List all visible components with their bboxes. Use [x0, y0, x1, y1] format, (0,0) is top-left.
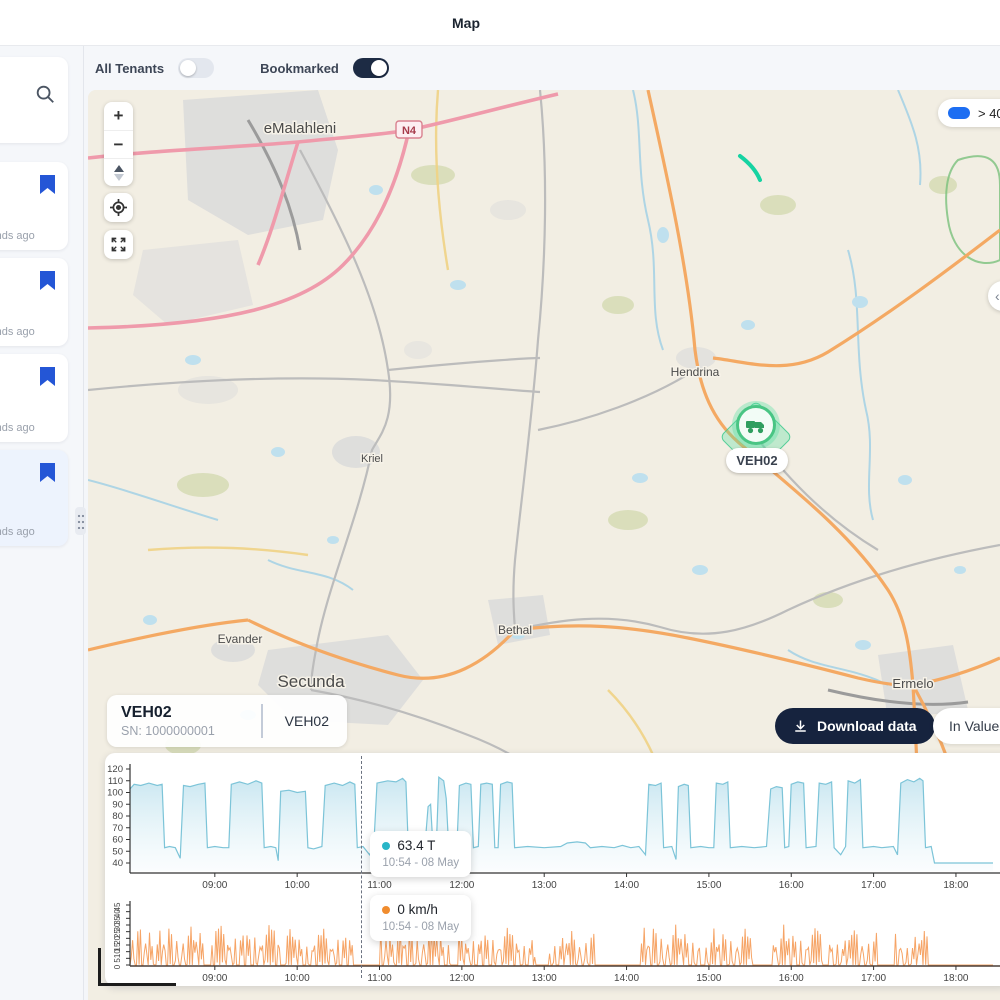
svg-text:80: 80 — [112, 811, 123, 822]
svg-text:Ermelo: Ermelo — [892, 676, 933, 691]
app-header: Map — [0, 0, 1000, 46]
load-timestamp: 10:54 - 08 May — [382, 857, 459, 869]
svg-text:N4: N4 — [402, 125, 417, 137]
svg-text:90: 90 — [112, 799, 123, 810]
truck-icon — [744, 413, 768, 437]
chart-cursor-line — [361, 756, 362, 978]
last-seen-label: conds ago — [0, 526, 35, 538]
legend-label: > 40 — [978, 106, 1000, 121]
svg-text:100: 100 — [107, 788, 123, 799]
telemetry-chart-panel: 405060708090100110120 09:00 10:00 11:00 12:0… — [105, 753, 1000, 986]
svg-text:Kriel: Kriel — [361, 453, 383, 465]
in-values-button[interactable]: In Values — [933, 708, 1000, 744]
svg-text:45: 45 — [113, 902, 122, 911]
vehicle-tab[interactable]: VEH02 — [267, 713, 347, 729]
vehicle-list-item[interactable]: conds ago — [0, 354, 68, 442]
vehicle-sidebar: conds ago conds ago conds ago conds ago — [0, 46, 84, 1000]
map-scale-bar — [98, 948, 176, 986]
vehicle-serial: SN: 1000000001 — [121, 724, 257, 738]
vehicle-list-item[interactable]: conds ago — [0, 258, 68, 346]
svg-text:Secunda: Secunda — [277, 672, 345, 691]
bookmark-icon[interactable] — [40, 175, 55, 194]
svg-text:110: 110 — [108, 776, 123, 787]
vehicle-info-panel: VEH02 SN: 1000000001 VEH02 — [107, 695, 347, 747]
svg-text:13:00: 13:00 — [532, 880, 557, 891]
zoom-out-button[interactable]: − — [104, 130, 133, 158]
divider — [261, 704, 263, 738]
tilt-icon — [113, 165, 125, 181]
svg-text:eMalahleni: eMalahleni — [264, 120, 337, 137]
svg-text:17:00: 17:00 — [861, 880, 886, 891]
svg-text:60: 60 — [112, 835, 123, 846]
load-value: 63.4 T — [397, 838, 435, 853]
svg-text:50: 50 — [112, 846, 123, 857]
svg-text:11:00: 11:00 — [367, 973, 392, 984]
vehicle-list-item[interactable]: conds ago — [0, 162, 68, 250]
speed-series-dot — [382, 906, 390, 914]
svg-text:Bethal: Bethal — [498, 623, 532, 637]
bookmark-icon[interactable] — [40, 271, 55, 290]
download-icon — [793, 719, 808, 734]
svg-text:Evander: Evander — [218, 632, 263, 646]
svg-text:16:00: 16:00 — [779, 880, 804, 891]
fullscreen-icon — [111, 237, 126, 252]
svg-text:12:00: 12:00 — [449, 880, 474, 891]
filter-bar: All Tenants Bookmarked — [84, 46, 1000, 90]
last-seen-label: conds ago — [0, 326, 35, 338]
svg-text:10:00: 10:00 — [285, 880, 310, 891]
bookmark-icon[interactable] — [40, 367, 55, 386]
load-series-dot — [382, 842, 390, 850]
all-tenants-label: All Tenants — [95, 61, 164, 76]
svg-text:Hendrina: Hendrina — [671, 365, 720, 379]
vehicle-list-item-selected[interactable]: conds ago — [0, 450, 68, 546]
search-icon — [34, 83, 56, 105]
speed-value: 0 km/h — [397, 902, 438, 917]
speed-legend: > 40 — [938, 99, 1000, 127]
svg-text:09:00: 09:00 — [202, 880, 227, 891]
vehicle-title: VEH02 — [121, 704, 257, 722]
search-input[interactable] — [0, 57, 68, 143]
sidebar-resize-handle[interactable] — [75, 507, 86, 535]
svg-text:18:00: 18:00 — [943, 880, 968, 891]
zoom-in-button[interactable]: + — [104, 102, 133, 130]
svg-text:10:00: 10:00 — [285, 973, 310, 984]
svg-text:70: 70 — [112, 823, 123, 834]
vehicle-marker-label[interactable]: VEH02 — [726, 448, 788, 473]
svg-text:11:00: 11:00 — [367, 880, 392, 891]
speed-tooltip: 0 km/h 10:54 - 08 May — [370, 895, 471, 941]
all-tenants-toggle[interactable] — [178, 58, 214, 78]
svg-text:15:00: 15:00 — [696, 880, 721, 891]
svg-text:12:00: 12:00 — [449, 973, 474, 984]
page-title: Map — [0, 0, 932, 46]
last-seen-label: conds ago — [0, 230, 35, 242]
last-seen-label: conds ago — [0, 422, 35, 434]
svg-text:13:00: 13:00 — [532, 973, 557, 984]
road-badge-n4: N4 — [396, 121, 422, 138]
locate-button[interactable] — [104, 193, 133, 222]
svg-text:15:00: 15:00 — [696, 973, 721, 984]
telemetry-charts[interactable]: 405060708090100110120 09:00 10:00 11:00 12:0… — [105, 753, 1000, 986]
svg-text:16:00: 16:00 — [779, 973, 804, 984]
svg-text:40: 40 — [112, 858, 123, 869]
fullscreen-button[interactable] — [104, 230, 133, 259]
svg-text:18:00: 18:00 — [943, 973, 968, 984]
svg-text:120: 120 — [107, 764, 123, 775]
svg-text:09:00: 09:00 — [202, 973, 227, 984]
svg-text:14:00: 14:00 — [614, 973, 639, 984]
bookmarked-label: Bookmarked — [260, 61, 339, 76]
svg-text:14:00: 14:00 — [614, 880, 639, 891]
locate-icon — [110, 199, 127, 216]
download-data-button[interactable]: Download data — [775, 708, 935, 744]
bookmarked-toggle[interactable] — [353, 58, 389, 78]
speed-timestamp: 10:54 - 08 May — [382, 921, 459, 933]
svg-text:17:00: 17:00 — [861, 973, 886, 984]
legend-color-pill — [948, 107, 970, 119]
tilt-button[interactable] — [104, 158, 133, 186]
load-tooltip: 63.4 T 10:54 - 08 May — [370, 831, 471, 877]
bookmark-icon[interactable] — [40, 463, 55, 482]
map-zoom-controls: + − — [104, 102, 133, 186]
